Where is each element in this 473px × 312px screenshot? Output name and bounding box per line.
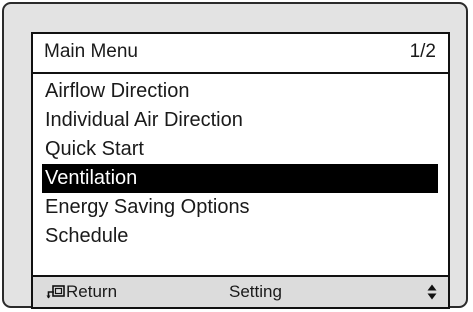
page-indicator: 1/2 (409, 41, 436, 62)
menu-item-individual-air-direction[interactable]: Individual Air Direction (42, 106, 438, 135)
up-down-arrows-icon[interactable] (427, 284, 437, 300)
page-title: Main Menu (44, 41, 138, 62)
button-guide-bar: Return Setting (33, 275, 448, 307)
menu-item-quick-start[interactable]: Quick Start (42, 135, 438, 164)
menu-item-energy-saving-options[interactable]: Energy Saving Options (42, 193, 438, 222)
remote-controller-bezel: Main Menu 1/2 Airflow Direction Individu… (2, 2, 468, 309)
menu-item-schedule[interactable]: Schedule (42, 222, 438, 251)
menu-header: Main Menu 1/2 (33, 34, 448, 74)
return-icon[interactable] (46, 284, 66, 300)
menu-item-airflow-direction[interactable]: Airflow Direction (42, 77, 438, 106)
menu-item-ventilation[interactable]: Ventilation (42, 164, 438, 193)
return-label: Return (66, 282, 118, 301)
lcd-screen: Main Menu 1/2 Airflow Direction Individu… (31, 32, 450, 309)
setting-label: Setting (229, 282, 282, 301)
